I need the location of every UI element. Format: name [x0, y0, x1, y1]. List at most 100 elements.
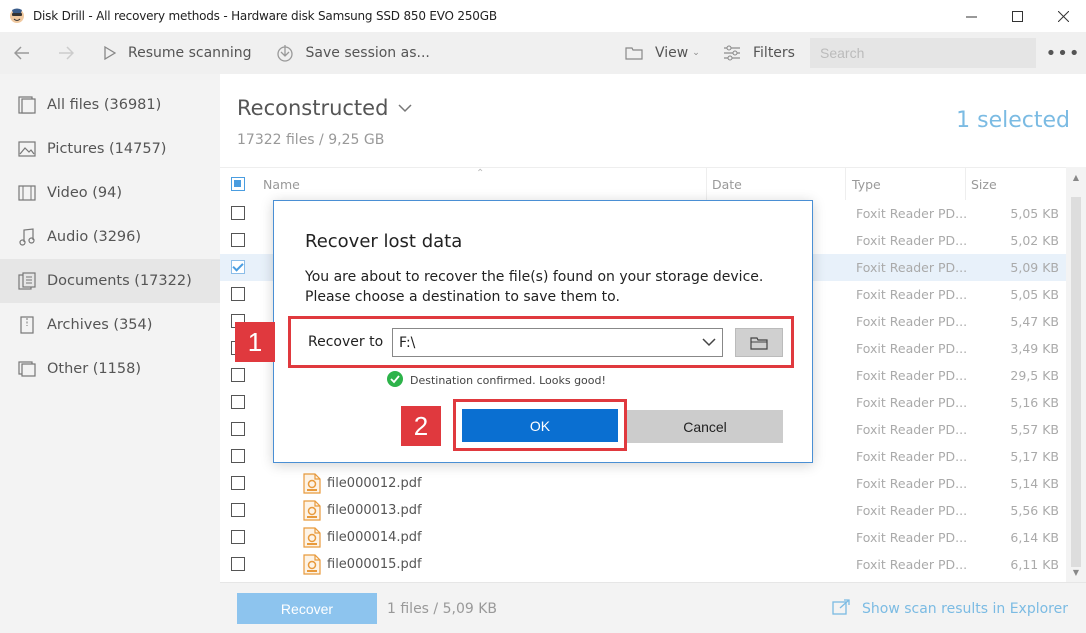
- sidebar-item-documents[interactable]: Documents (17322): [0, 259, 220, 303]
- folder-icon: [750, 336, 768, 350]
- filters-button[interactable]: Filters: [723, 32, 795, 74]
- file-type: Foxit Reader PD...: [856, 449, 968, 464]
- maximize-icon: [1011, 10, 1023, 22]
- row-checkbox[interactable]: [231, 503, 245, 517]
- row-checkbox[interactable]: [231, 476, 245, 490]
- vertical-scrollbar[interactable]: ▲ ▼: [1066, 167, 1086, 582]
- file-type: Foxit Reader PD...: [856, 206, 968, 221]
- confirmation-text: Destination confirmed. Looks good!: [410, 373, 606, 387]
- row-checkbox[interactable]: [231, 449, 245, 463]
- sidebar-item-archives[interactable]: Archives (354): [0, 303, 220, 347]
- back-button[interactable]: [0, 32, 44, 74]
- files-summary: 17322 files / 9,25 GB: [237, 132, 385, 148]
- view-label: View: [655, 45, 689, 61]
- file-size: 29,5 KB: [1010, 368, 1059, 383]
- scrollbar-thumb[interactable]: [1071, 197, 1081, 567]
- music-note-icon: [17, 227, 37, 247]
- select-all-checkbox[interactable]: [231, 177, 245, 191]
- file-type: Foxit Reader PD...: [856, 395, 968, 410]
- row-checkbox[interactable]: [231, 368, 245, 382]
- sidebar: All files (36981) Pictures (14757) Video…: [0, 74, 220, 633]
- page-title: Reconstructed: [237, 96, 389, 120]
- file-type: Foxit Reader PD...: [856, 233, 968, 248]
- row-checkbox[interactable]: [231, 557, 245, 571]
- play-icon: [104, 46, 116, 60]
- file-type: Foxit Reader PD...: [856, 503, 968, 518]
- browse-folder-button[interactable]: [735, 328, 783, 357]
- row-checkbox[interactable]: [231, 233, 245, 247]
- sidebar-item-all-files[interactable]: All files (36981): [0, 83, 220, 127]
- file-size: 5,14 KB: [1010, 476, 1059, 491]
- table-header: Name ⌃ Date Type Size: [220, 167, 1066, 200]
- row-checkbox[interactable]: [231, 395, 245, 409]
- show-in-explorer-label: Show scan results in Explorer: [862, 600, 1068, 617]
- sidebar-item-label: All files (36981): [47, 97, 162, 113]
- cancel-button[interactable]: Cancel: [627, 410, 783, 443]
- table-row[interactable]: file000012.pdf Foxit Reader PD... 5,14 KB: [220, 470, 1066, 497]
- file-type: Foxit Reader PD...: [856, 557, 968, 572]
- destination-select[interactable]: F:\: [392, 328, 723, 357]
- sidebar-item-pictures[interactable]: Pictures (14757): [0, 127, 220, 171]
- show-in-explorer-link[interactable]: Show scan results in Explorer: [832, 583, 1068, 633]
- maximize-button[interactable]: [994, 0, 1040, 32]
- column-type[interactable]: Type: [852, 168, 881, 200]
- column-name[interactable]: Name: [263, 168, 300, 200]
- row-checkbox[interactable]: [231, 260, 245, 274]
- file-size: 3,49 KB: [1010, 341, 1059, 356]
- scroll-up-icon[interactable]: ▲: [1066, 167, 1086, 187]
- row-checkbox[interactable]: [231, 206, 245, 220]
- resume-scanning-label: Resume scanning: [128, 45, 252, 61]
- resume-scanning-button[interactable]: Resume scanning: [104, 32, 252, 74]
- table-row[interactable]: file000014.pdf Foxit Reader PD... 6,14 KB: [220, 524, 1066, 551]
- title-bar: Disk Drill - All recovery methods - Hard…: [0, 0, 1086, 32]
- more-options-button[interactable]: •••: [1046, 32, 1080, 74]
- file-type: Foxit Reader PD...: [856, 314, 968, 329]
- file-type: Foxit Reader PD...: [856, 341, 968, 356]
- file-size: 5,05 KB: [1010, 287, 1059, 302]
- column-date[interactable]: Date: [712, 168, 742, 200]
- table-row[interactable]: file000015.pdf Foxit Reader PD... 6,11 KB: [220, 551, 1066, 578]
- sort-up-icon: ⌃: [476, 168, 485, 179]
- folder-icon: [625, 46, 643, 60]
- forward-button[interactable]: [44, 32, 88, 74]
- view-menu-button[interactable]: View ⌄: [625, 32, 700, 74]
- category-dropdown[interactable]: Reconstructed: [237, 96, 412, 120]
- ok-button[interactable]: OK: [462, 409, 618, 442]
- check-circle-icon: [387, 370, 403, 390]
- file-size: 5,02 KB: [1010, 233, 1059, 248]
- recover-to-label: Recover to: [308, 334, 384, 350]
- minimize-button[interactable]: [948, 0, 994, 32]
- arrow-right-icon: [59, 46, 74, 60]
- pdf-file-icon: [303, 527, 321, 548]
- dialog-title: Recover lost data: [305, 231, 463, 252]
- disk-drill-logo: [10, 8, 24, 23]
- row-checkbox[interactable]: [231, 422, 245, 436]
- arrow-left-icon: [14, 46, 29, 60]
- file-size: 5,56 KB: [1010, 503, 1059, 518]
- window-title: Disk Drill - All recovery methods - Hard…: [33, 9, 497, 23]
- file-type: Foxit Reader PD...: [856, 287, 968, 302]
- file-type: Foxit Reader PD...: [856, 422, 968, 437]
- recover-selection-info: 1 files / 5,09 KB: [387, 600, 497, 617]
- chevron-down-icon: ⌄: [692, 48, 700, 58]
- file-size: 5,05 KB: [1010, 206, 1059, 221]
- scroll-down-icon[interactable]: ▼: [1066, 562, 1086, 582]
- pdf-file-icon: [303, 473, 321, 494]
- file-name: file000015.pdf: [327, 557, 422, 572]
- sidebar-item-other[interactable]: Other (1158): [0, 347, 220, 391]
- row-checkbox[interactable]: [231, 287, 245, 301]
- recover-button[interactable]: Recover: [237, 593, 377, 624]
- sidebar-item-audio[interactable]: Audio (3296): [0, 215, 220, 259]
- file-name: file000012.pdf: [327, 476, 422, 491]
- file-type: Foxit Reader PD...: [856, 260, 968, 275]
- row-checkbox[interactable]: [231, 530, 245, 544]
- document-icon: [17, 271, 37, 291]
- close-window-button[interactable]: [1040, 0, 1086, 32]
- file-size: 5,09 KB: [1010, 260, 1059, 275]
- sidebar-item-video[interactable]: Video (94): [0, 171, 220, 215]
- column-size[interactable]: Size: [971, 168, 997, 200]
- save-session-button[interactable]: Save session as...: [276, 32, 430, 74]
- table-row[interactable]: file000013.pdf Foxit Reader PD... 5,56 KB: [220, 497, 1066, 524]
- search-input[interactable]: [810, 38, 1036, 68]
- destination-value: F:\: [399, 334, 416, 351]
